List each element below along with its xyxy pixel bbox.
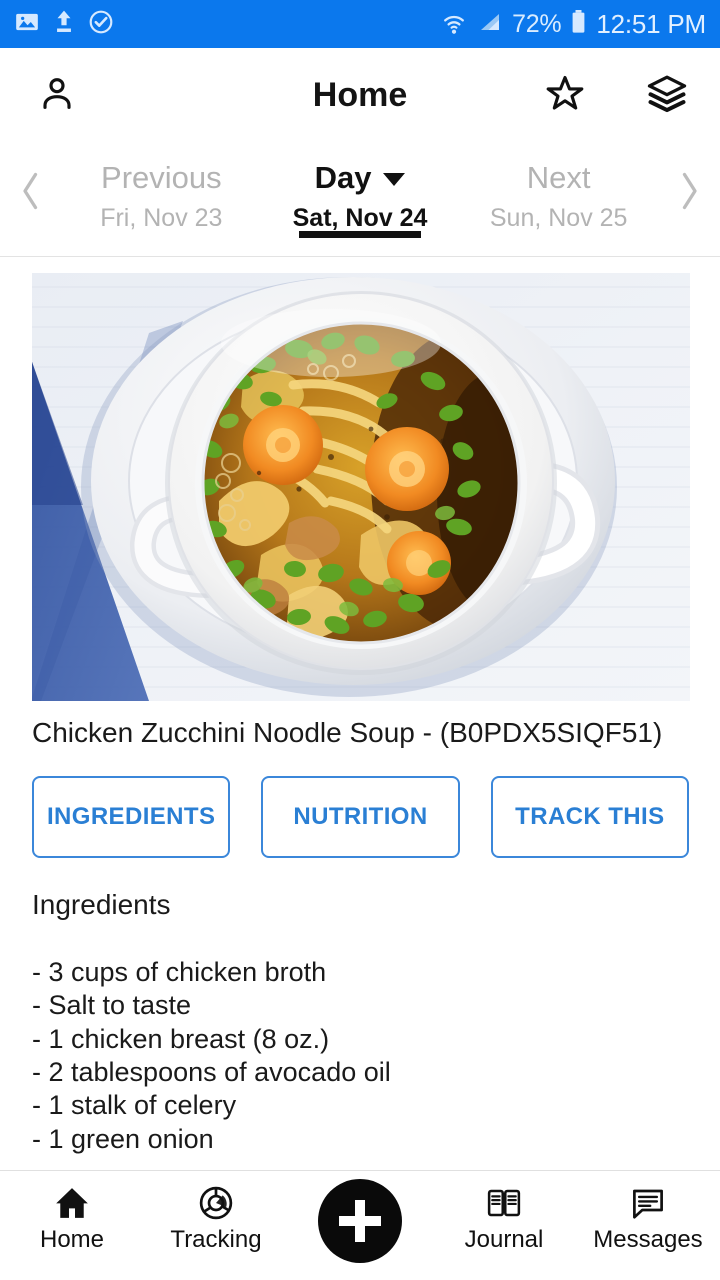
battery-icon <box>570 9 587 40</box>
donut-chart-icon <box>196 1183 236 1223</box>
layers-icon <box>646 73 688 118</box>
favorite-button[interactable] <box>542 72 588 118</box>
header-actions <box>542 72 690 118</box>
active-tab-underline <box>299 231 421 239</box>
next-label: Next <box>526 160 591 195</box>
recipe-title: Chicken Zucchini Noodle Soup - (B0PDX5SI… <box>32 717 663 748</box>
upload-icon <box>53 9 75 40</box>
main-content: Chicken Zucchini Noodle Soup - (B0PDX5SI… <box>0 257 720 1170</box>
date-tab-current[interactable]: Day Sat, Nov 24 <box>261 142 460 239</box>
clock-label: 12:51 PM <box>596 8 706 39</box>
cellular-signal-icon <box>477 10 503 39</box>
chevron-right-icon <box>675 170 703 215</box>
star-icon <box>544 73 586 118</box>
ingredients-list: - 3 cups of chicken broth - Salt to tast… <box>32 956 688 1157</box>
chat-bubble-icon <box>628 1183 668 1223</box>
add-button[interactable] <box>318 1179 402 1263</box>
list-item: - 1 stalk of celery <box>32 1090 237 1121</box>
wifi-icon <box>440 10 468 39</box>
layers-button[interactable] <box>644 72 690 118</box>
chevron-down-icon <box>383 173 406 187</box>
profile-icon <box>37 74 77 117</box>
nav-item-tracking[interactable]: Tracking <box>144 1183 288 1252</box>
period-selector[interactable]: Day <box>315 158 406 198</box>
date-tab-previous[interactable]: Previous Fri, Nov 23 <box>62 142 261 237</box>
previous-day-arrow-button[interactable] <box>0 170 62 229</box>
previous-label: Previous <box>101 160 222 195</box>
nutrition-button[interactable]: NUTRITION <box>261 776 460 858</box>
next-date: Sun, Nov 25 <box>489 203 628 232</box>
date-navigation: Previous Fri, Nov 23 Day Sat, Nov 24 Nex… <box>0 142 720 257</box>
list-item: - 3 cups of chicken broth <box>32 956 327 987</box>
recipe-action-buttons: INGREDIENTS NUTRITION TRACK THIS <box>32 776 689 858</box>
nav-label: Messages <box>593 1226 703 1253</box>
status-bar: 72% 12:51 PM <box>0 0 720 48</box>
track-this-button[interactable]: TRACK THIS <box>490 776 689 858</box>
previous-date: Fri, Nov 23 <box>100 203 223 232</box>
book-icon <box>484 1183 524 1223</box>
profile-button[interactable] <box>34 72 80 118</box>
nav-item-journal[interactable]: Journal <box>432 1183 576 1252</box>
check-circle-icon <box>88 9 114 40</box>
nav-label: Home <box>39 1226 105 1253</box>
app-root: 72% 12:51 PM Home Previous Fri, Nov 23 D… <box>0 0 720 1280</box>
status-bar-left-icons <box>14 9 114 40</box>
ingredients-heading: Ingredients <box>32 889 171 920</box>
home-icon <box>52 1183 92 1223</box>
bottom-navigation: Home Tracking Journal Messages <box>0 1170 720 1280</box>
date-tab-next[interactable]: Next Sun, Nov 25 <box>459 142 658 237</box>
nav-item-messages[interactable]: Messages <box>576 1183 720 1252</box>
nav-item-home[interactable]: Home <box>0 1183 144 1252</box>
recipe-photo[interactable] <box>32 273 690 701</box>
list-item: - 2 tablespoons of avocado oil <box>32 1057 391 1087</box>
next-day-arrow-button[interactable] <box>658 170 720 229</box>
recipe-photo-image <box>32 273 690 701</box>
ingredients-button[interactable]: INGREDIENTS <box>32 776 231 858</box>
battery-percent-label: 72% <box>512 9 562 38</box>
list-item: - 1 green onion <box>32 1123 214 1154</box>
chevron-left-icon <box>17 170 45 215</box>
app-header: Home <box>0 48 720 142</box>
period-label: Day <box>314 160 372 195</box>
plus-icon-vertical <box>355 1200 365 1242</box>
status-bar-right-icons: 72% 12:51 PM <box>440 9 706 40</box>
list-item: - 1 chicken breast (8 oz.) <box>32 1023 330 1054</box>
nav-label: Tracking <box>170 1226 262 1253</box>
image-icon <box>14 9 40 40</box>
nav-label: Journal <box>464 1226 544 1253</box>
ingredients-section: Ingredients - 3 cups of chicken broth - … <box>32 888 688 1156</box>
list-item: - Salt to taste <box>32 990 192 1021</box>
